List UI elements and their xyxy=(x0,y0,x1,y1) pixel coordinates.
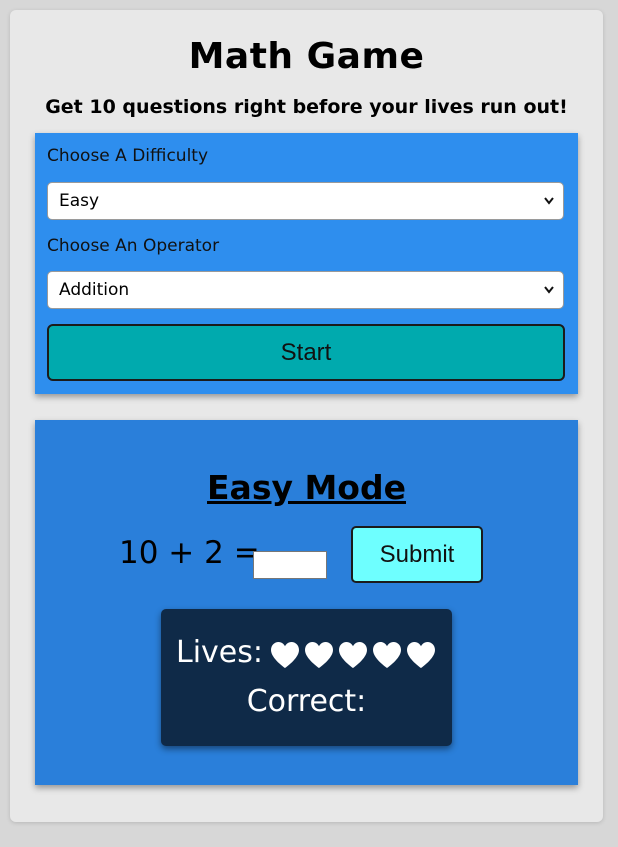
difficulty-label: Choose A Difficulty xyxy=(47,146,209,166)
chevron-down-icon xyxy=(544,197,554,205)
answer-input[interactable] xyxy=(253,551,327,579)
question-text: 10 + 2 = xyxy=(119,535,260,571)
heart-icon xyxy=(305,641,333,668)
lives-label: Lives: xyxy=(176,635,263,670)
operator-select-value: Addition xyxy=(59,280,130,300)
stats-panel: Lives: Correct: xyxy=(161,609,452,746)
start-button[interactable]: Start xyxy=(47,324,565,381)
heart-icon xyxy=(339,641,367,668)
heart-icon xyxy=(373,641,401,668)
operator-label: Choose An Operator xyxy=(47,236,220,256)
heart-icon xyxy=(407,641,435,668)
difficulty-select-value: Easy xyxy=(59,191,100,211)
difficulty-select[interactable]: Easy xyxy=(47,182,564,220)
heart-icon xyxy=(271,641,299,668)
operator-select[interactable]: Addition xyxy=(47,271,564,309)
math-game-card: Math Game Get 10 questions right before … xyxy=(10,10,603,822)
correct-row: Correct: xyxy=(161,684,452,719)
settings-panel: Choose A Difficulty Easy Choose An Opera… xyxy=(35,133,578,394)
lives-row: Lives: xyxy=(161,635,452,671)
page-subtitle: Get 10 questions right before your lives… xyxy=(45,96,568,118)
chevron-down-icon xyxy=(544,286,554,294)
game-panel: Easy Mode 10 + 2 = Submit Lives: Correct… xyxy=(35,420,578,785)
submit-button[interactable]: Submit xyxy=(351,526,483,583)
correct-label: Correct: xyxy=(246,684,367,719)
lives-hearts xyxy=(267,636,437,671)
mode-title: Easy Mode xyxy=(207,468,406,507)
page-title: Math Game xyxy=(188,36,425,77)
